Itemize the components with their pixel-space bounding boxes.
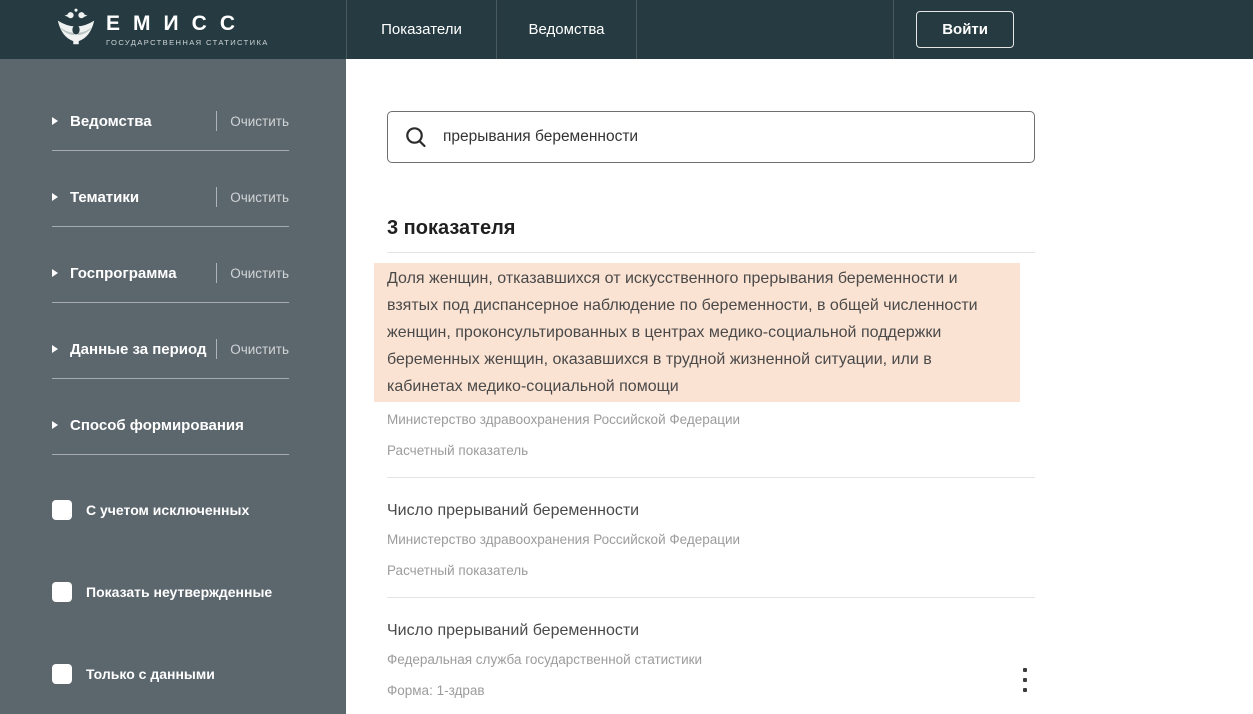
checkbox-include-excluded[interactable]: С учетом исключенных xyxy=(52,500,289,520)
header: ЕМИСС ГОСУДАРСТВЕННАЯ СТАТИСТИКА Показат… xyxy=(0,0,1253,59)
logo[interactable]: ЕМИСС ГОСУДАРСТВЕННАЯ СТАТИСТИКА xyxy=(0,0,346,59)
filter-label: Тематики xyxy=(70,189,212,206)
result-organization: Федеральная служба государственной стати… xyxy=(387,650,1035,670)
divider xyxy=(387,597,1035,598)
result-kind: Расчетный показатель xyxy=(387,561,1035,581)
checkbox-icon[interactable] xyxy=(52,664,72,684)
filter-period[interactable]: Данные за период Очистить xyxy=(52,339,289,359)
results-count: 3 показателя xyxy=(387,217,1253,240)
content: Ведомства Очистить Тематики Очистить Гос… xyxy=(0,59,1253,714)
divider xyxy=(52,302,289,303)
checkbox-icon[interactable] xyxy=(52,500,72,520)
result-organization: Министерство здравоохранения Российской … xyxy=(387,530,1035,550)
divider xyxy=(216,111,217,131)
result-title-highlighted[interactable]: Доля женщин, отказавшихся от искусственн… xyxy=(374,263,1020,402)
main-panel: 3 показателя Доля женщин, отказавшихся о… xyxy=(346,59,1253,714)
clear-gosprogram-button[interactable]: Очистить xyxy=(230,266,289,281)
divider xyxy=(52,150,289,151)
logo-title: ЕМИСС xyxy=(106,13,269,35)
divider xyxy=(216,263,217,283)
kebab-menu-icon[interactable] xyxy=(1015,668,1035,692)
expand-arrow-icon xyxy=(52,345,58,353)
filter-label: Данные за период xyxy=(70,341,212,358)
search-box[interactable] xyxy=(387,111,1035,163)
divider xyxy=(387,252,1035,253)
filter-block-topics: Тематики Очистить xyxy=(52,187,289,227)
filter-block-gosprogram: Госпрограмма Очистить xyxy=(52,263,289,303)
nav-item-indicators[interactable]: Показатели xyxy=(346,0,496,59)
result-item-2: Число прерываний беременности Министерст… xyxy=(387,500,1035,598)
checkbox-icon[interactable] xyxy=(52,582,72,602)
result-organization: Министерство здравоохранения Российской … xyxy=(387,410,1035,430)
logo-text: ЕМИСС ГОСУДАРСТВЕННАЯ СТАТИСТИКА xyxy=(106,13,269,47)
header-right-pad xyxy=(1036,0,1253,59)
filter-block-agencies: Ведомства Очистить xyxy=(52,111,289,151)
divider xyxy=(52,226,289,227)
filter-agencies[interactable]: Ведомства Очистить xyxy=(52,111,289,131)
filter-block-period: Данные за период Очистить xyxy=(52,339,289,379)
logo-subtitle: ГОСУДАРСТВЕННАЯ СТАТИСТИКА xyxy=(106,38,269,47)
divider xyxy=(216,339,217,359)
nav-item-agencies[interactable]: Ведомства xyxy=(496,0,637,59)
result-item-1: Доля женщин, отказавшихся от искусственн… xyxy=(387,263,1035,478)
divider xyxy=(387,477,1035,478)
login-button[interactable]: Войти xyxy=(916,11,1014,48)
checkbox-show-unapproved[interactable]: Показать неутвержденные xyxy=(52,582,289,602)
filter-method[interactable]: Способ формирования xyxy=(52,415,289,435)
expand-arrow-icon xyxy=(52,117,58,125)
clear-topics-button[interactable]: Очистить xyxy=(230,190,289,205)
result-kind: Форма: 1-здрав xyxy=(387,681,1035,701)
result-kind: Расчетный показатель xyxy=(387,441,1035,461)
result-item-3: Число прерываний беременности Федеральна… xyxy=(387,620,1035,714)
filter-gosprogram[interactable]: Госпрограмма Очистить xyxy=(52,263,289,283)
divider xyxy=(52,378,289,379)
clear-agencies-button[interactable]: Очистить xyxy=(230,114,289,129)
result-title[interactable]: Число прерываний беременности xyxy=(387,500,1035,522)
results-list: Доля женщин, отказавшихся от искусственн… xyxy=(387,252,1035,714)
checkbox-label: Показать неутвержденные xyxy=(86,584,272,600)
expand-arrow-icon xyxy=(52,193,58,201)
filter-topics[interactable]: Тематики Очистить xyxy=(52,187,289,207)
divider xyxy=(216,187,217,207)
expand-arrow-icon xyxy=(52,421,58,429)
filter-label: Госпрограмма xyxy=(70,265,212,282)
filter-sidebar: Ведомства Очистить Тематики Очистить Гос… xyxy=(0,59,346,714)
filter-label: Ведомства xyxy=(70,113,212,130)
divider xyxy=(52,454,289,455)
checkbox-section: С учетом исключенных Показать неутвержде… xyxy=(52,500,289,684)
header-spacer xyxy=(637,0,893,59)
filter-block-method: Способ формирования xyxy=(52,415,289,455)
filter-label: Способ формирования xyxy=(70,417,289,434)
clear-period-button[interactable]: Очистить xyxy=(230,342,289,357)
checkbox-only-with-data[interactable]: Только с данными xyxy=(52,664,289,684)
checkbox-label: Только с данными xyxy=(86,666,215,682)
search-icon xyxy=(403,124,429,150)
login-cell: Войти xyxy=(893,0,1036,59)
emblem-eagle-icon xyxy=(56,6,96,53)
checkbox-label: С учетом исключенных xyxy=(86,502,249,518)
expand-arrow-icon xyxy=(52,269,58,277)
search-input[interactable] xyxy=(441,127,1019,147)
result-title[interactable]: Число прерываний беременности xyxy=(387,620,1035,642)
